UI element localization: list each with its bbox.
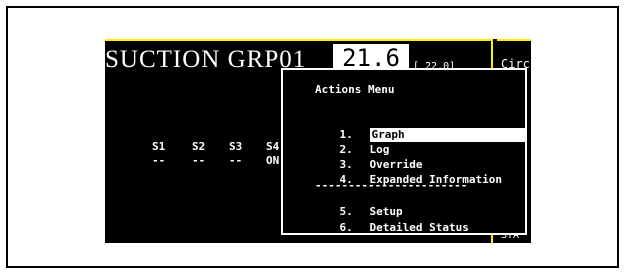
menu-item-graph[interactable]: 1. Graph [313,114,526,142]
stage-3: S3 -- [229,140,242,168]
stage-status: -- [152,154,166,167]
menu-item-log[interactable]: 2. Log [313,129,390,156]
menu-item-setup[interactable]: 5. Setup [313,191,403,218]
group-title: SUCTION GRP01 [105,46,307,73]
menu-item-number: 6. [339,221,353,234]
menu-item-expanded-information[interactable]: 4. Expanded Information [313,159,502,186]
stage-status: -- [192,154,206,167]
stage-label: S1 [152,140,166,153]
menu-item-override[interactable]: 3. Override [313,144,423,171]
actions-menu: Actions Menu 1. Graph 2. Log 3. Override 4.… [281,68,527,235]
stage-4: S4 ON [266,140,279,168]
stage-2: S2 -- [192,140,205,168]
stage-label: S4 [266,140,280,153]
stage-label: S3 [229,140,243,153]
menu-item-label: Detailed Status [369,221,469,234]
menu-title: Actions Menu [315,83,395,96]
stage-status: ON [266,154,280,167]
menu-item-detailed-status[interactable]: 6. Detailed Status [313,207,469,234]
stage-1: S1 -- [152,140,165,168]
stage-label: S2 [192,140,206,153]
menu-item-label: Graph [369,128,526,142]
stage-status: -- [229,154,243,167]
